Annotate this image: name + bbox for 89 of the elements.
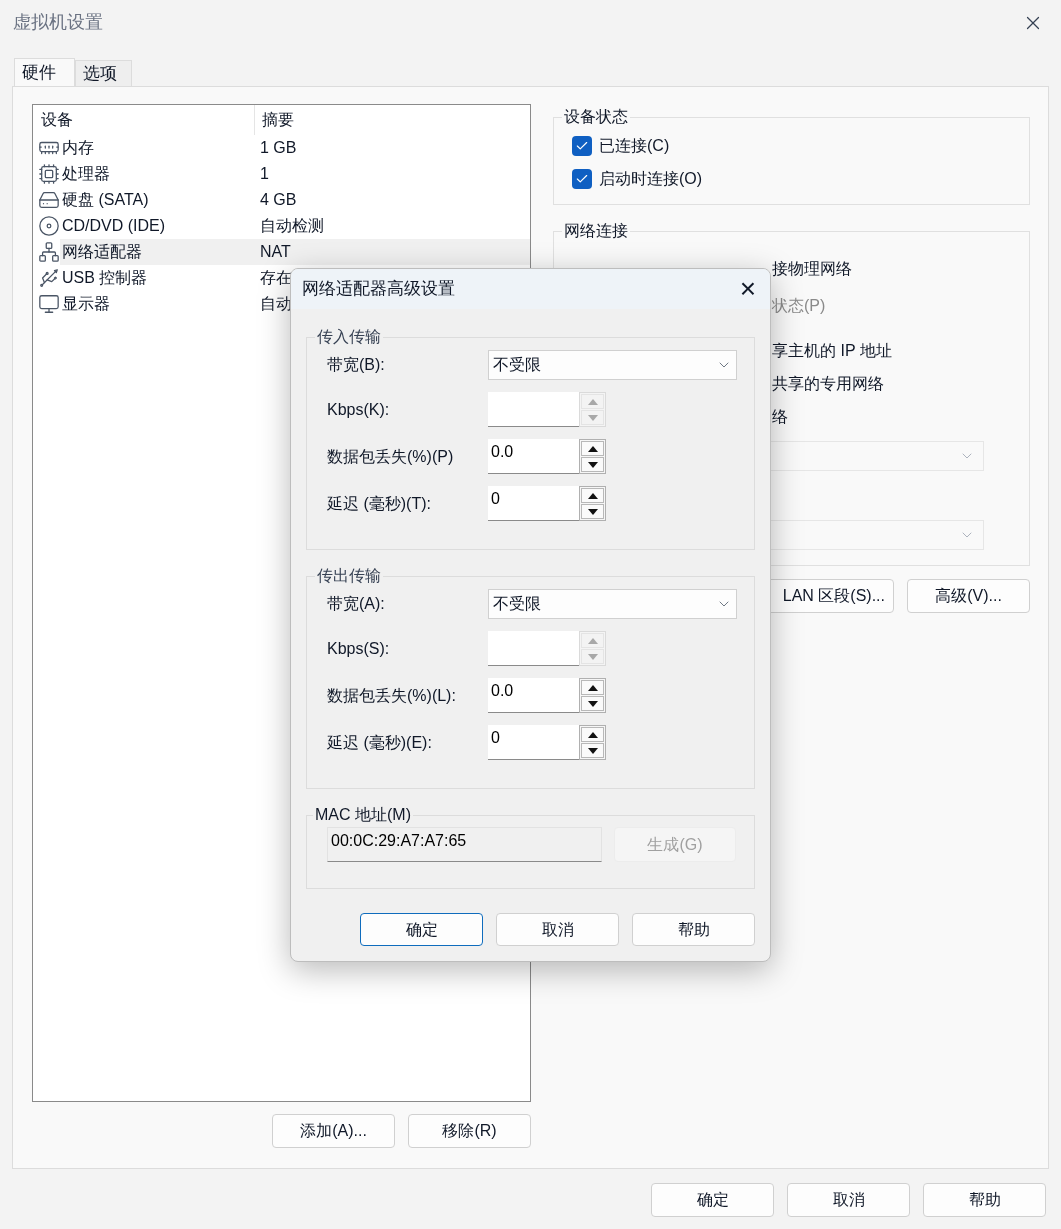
spin-up-button[interactable] (581, 680, 604, 695)
device-summary: 4 GB (259, 190, 297, 210)
bandwidth-dropdown[interactable]: 不受限 (488, 350, 737, 380)
footer-button[interactable]: 确定 (651, 1183, 774, 1217)
number-field[interactable]: 0 (488, 486, 579, 521)
dialog-button[interactable]: 帮助 (632, 913, 755, 946)
device-name: 网络适配器 (61, 242, 143, 262)
down-arrow-icon (587, 414, 598, 421)
field-label: 延迟 (毫秒)(E): (327, 732, 433, 753)
device-row[interactable]: 硬盘 (SATA) 4 GB (60, 187, 530, 213)
dialog-button[interactable]: 取消 (496, 913, 619, 946)
column-header[interactable]: 摘要 (255, 105, 294, 135)
up-arrow-icon (587, 684, 598, 691)
dialog-button[interactable]: 确定 (360, 913, 483, 946)
field-label: 延迟 (毫秒)(T): (327, 493, 432, 514)
device-name: 处理器 (61, 164, 111, 184)
network-icon (38, 241, 60, 263)
spin-down-button[interactable] (581, 457, 604, 472)
dialog-title: 网络适配器高级设置 (302, 278, 455, 301)
spin-up-button[interactable] (581, 727, 604, 742)
device-summary: 存在 (259, 268, 292, 288)
up-arrow-icon (587, 731, 598, 738)
down-arrow-icon (587, 747, 598, 754)
up-arrow-icon (587, 445, 598, 452)
group-title: 传出传输 (316, 566, 382, 586)
spin-down-button[interactable] (581, 504, 604, 519)
radio-label: 享主机的 IP 地址 (772, 341, 892, 361)
down-arrow-icon (587, 700, 598, 707)
device-button[interactable]: 移除(R) (408, 1114, 531, 1148)
device-name: CD/DVD (IDE) (61, 216, 167, 236)
radio-label: 络 (772, 407, 788, 427)
field-label: Kbps(K): (327, 399, 391, 420)
chip-icon (38, 163, 60, 185)
device-row[interactable]: 处理器 1 (60, 161, 530, 187)
group-title: 设备状态 (563, 107, 629, 127)
up-arrow-icon (587, 637, 598, 644)
down-arrow-icon (587, 461, 598, 468)
radio-label: 状态(P) (772, 296, 826, 316)
field-label: 带宽(A): (327, 594, 386, 614)
tab[interactable]: 选项 (75, 60, 132, 86)
window-title: 虚拟机设置 (13, 11, 103, 34)
disc-icon (38, 215, 60, 237)
device-row[interactable]: 网络适配器 NAT (60, 239, 530, 265)
device-name: 硬盘 (SATA) (61, 190, 150, 210)
footer-button[interactable]: 帮助 (923, 1183, 1046, 1217)
device-name: USB 控制器 (61, 268, 149, 288)
drive-icon (38, 189, 60, 211)
spin-down-button[interactable] (581, 743, 604, 758)
close-button[interactable]: × (739, 275, 756, 303)
number-field[interactable]: 0.0 (488, 678, 579, 713)
up-arrow-icon (587, 398, 598, 405)
tab[interactable]: 硬件 (14, 58, 75, 87)
field-label: Kbps(S): (327, 638, 391, 659)
down-arrow-icon (587, 653, 598, 660)
device-summary: 1 GB (259, 138, 297, 158)
down-arrow-icon (587, 508, 598, 515)
radio-label: 接物理网络 (772, 259, 852, 279)
column-header[interactable]: 设备 (33, 105, 255, 135)
usb-icon (38, 267, 60, 289)
field-label: 数据包丢失(%)(L): (327, 685, 457, 706)
device-row[interactable]: CD/DVD (IDE) 自动检测 (60, 213, 530, 239)
group-title: 传入传输 (316, 327, 382, 347)
device-summary: 1 (259, 164, 269, 184)
device-summary: NAT (259, 242, 291, 262)
monitor-icon (38, 293, 60, 315)
device-name: 显示器 (61, 294, 111, 314)
mac-field[interactable]: 00:0C:29:A7:A7:65 (327, 827, 602, 862)
field-label: 数据包丢失(%)(P) (327, 446, 455, 467)
checkbox[interactable] (572, 135, 592, 156)
spin-down-button[interactable] (581, 696, 604, 711)
advanced-button[interactable]: 高级(V)... (907, 579, 1030, 613)
bandwidth-dropdown[interactable]: 不受限 (488, 589, 737, 619)
footer-button[interactable]: 取消 (787, 1183, 910, 1217)
spin-up-button[interactable] (581, 488, 604, 503)
device-row[interactable]: 内存 1 GB (60, 135, 530, 161)
checkbox[interactable] (572, 168, 592, 189)
spin-up-button[interactable] (581, 441, 604, 456)
number-field[interactable]: 0 (488, 725, 579, 760)
field-label: 带宽(B): (327, 355, 386, 375)
number-field[interactable]: 0.0 (488, 439, 579, 474)
radio-label: 共享的专用网络 (772, 374, 884, 394)
device-summary: 自动检测 (259, 216, 324, 236)
checkbox-label: 启动时连接(O) (599, 168, 703, 189)
device-name: 内存 (61, 138, 95, 158)
group-title: MAC 地址(M) (314, 805, 412, 825)
up-arrow-icon (587, 492, 598, 499)
group-title: 网络连接 (563, 221, 629, 241)
checkbox-label: 已连接(C) (599, 135, 670, 156)
device-button[interactable]: 添加(A)... (272, 1114, 395, 1148)
